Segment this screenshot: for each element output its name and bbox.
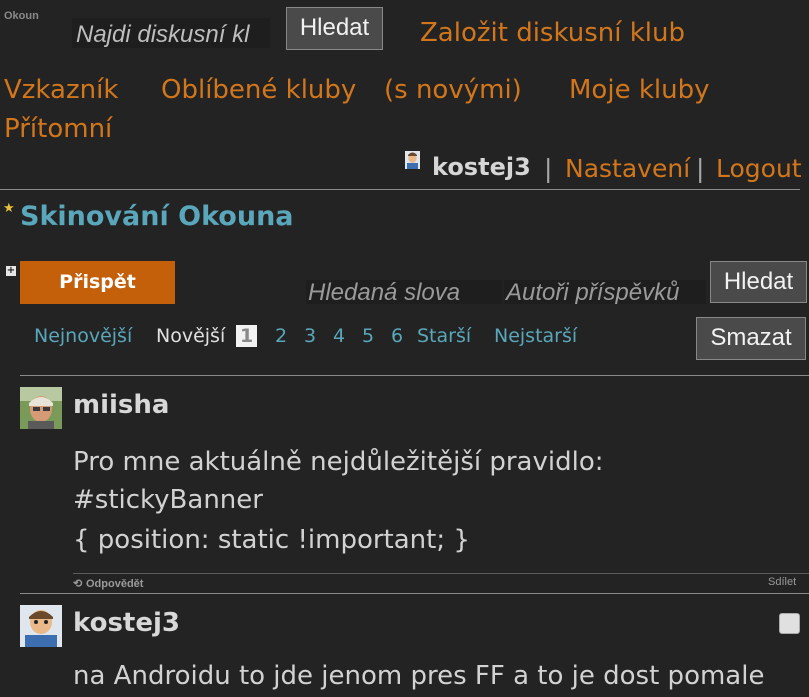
logout-link[interactable]: Logout	[716, 154, 802, 183]
pager-newer-label: Novější	[156, 325, 226, 347]
nav-favorites-link[interactable]: Oblíbené kluby	[161, 75, 356, 105]
favorite-star-icon[interactable]: ★	[3, 201, 15, 216]
pager-page-link[interactable]: 5	[362, 325, 374, 347]
separator: |	[544, 154, 553, 183]
search-button[interactable]: Hledat	[286, 7, 383, 50]
separator: |	[696, 154, 705, 183]
delete-button[interactable]: Smazat	[696, 317, 806, 360]
pager-oldest-link[interactable]: Nejstarší	[494, 325, 577, 347]
user-avatar-icon[interactable]	[405, 151, 420, 169]
post-author[interactable]: miisha	[73, 390, 169, 420]
post-button[interactable]: Přispět	[20, 261, 175, 304]
site-logo[interactable]: Okoun	[4, 10, 39, 22]
pager-page-link[interactable]: 6	[391, 325, 403, 347]
settings-link[interactable]: Nastavení	[565, 154, 690, 183]
pager-page-link[interactable]: 3	[304, 325, 316, 347]
divider	[20, 375, 809, 376]
divider	[0, 189, 800, 190]
post-text-line: { position: static !important; }	[73, 525, 470, 555]
author-avatar[interactable]	[20, 387, 62, 429]
select-post-checkbox[interactable]	[779, 613, 800, 634]
search-words-input[interactable]: Hledaná slova	[306, 280, 502, 304]
pager-older-link[interactable]: Starší	[417, 325, 471, 347]
pager-page-link[interactable]: 4	[333, 325, 345, 347]
post-author[interactable]: kostej3	[73, 608, 180, 638]
pager-page-link[interactable]: 2	[275, 325, 287, 347]
club-search-input[interactable]: Najdi diskusní kl	[72, 18, 270, 48]
current-username[interactable]: kostej3	[432, 153, 531, 181]
expand-icon[interactable]: +	[6, 266, 16, 276]
nav-favorites-new-link[interactable]: (s novými)	[384, 75, 522, 105]
club-search-button[interactable]: Hledat	[710, 261, 807, 303]
divider	[73, 573, 809, 574]
post-text-line: #stickyBanner	[73, 485, 263, 515]
divider	[20, 593, 809, 594]
search-authors-input[interactable]: Autoři příspěvků	[504, 280, 706, 304]
post-text-line: Pro mne aktuálně nejdůležitější pravidlo…	[73, 447, 604, 477]
reply-link[interactable]: Odpovědět	[86, 578, 143, 590]
nav-present-link[interactable]: Přítomní	[4, 114, 112, 144]
reply-icon[interactable]: ⟲	[73, 577, 82, 590]
nav-messages-link[interactable]: Vzkazník	[4, 75, 118, 105]
nav-my-clubs-link[interactable]: Moje kluby	[569, 75, 709, 105]
pager-newest-link[interactable]: Nejnovější	[34, 325, 132, 347]
author-avatar[interactable]	[20, 605, 62, 647]
post-text-line: na Androidu to jde jenom pres FF a to je…	[73, 661, 765, 691]
create-club-link[interactable]: Založit diskusní klub	[420, 18, 685, 48]
pager-current-page: 1	[236, 325, 258, 347]
club-title: Skinování Okouna	[20, 201, 294, 232]
share-link[interactable]: Sdílet	[768, 576, 796, 588]
